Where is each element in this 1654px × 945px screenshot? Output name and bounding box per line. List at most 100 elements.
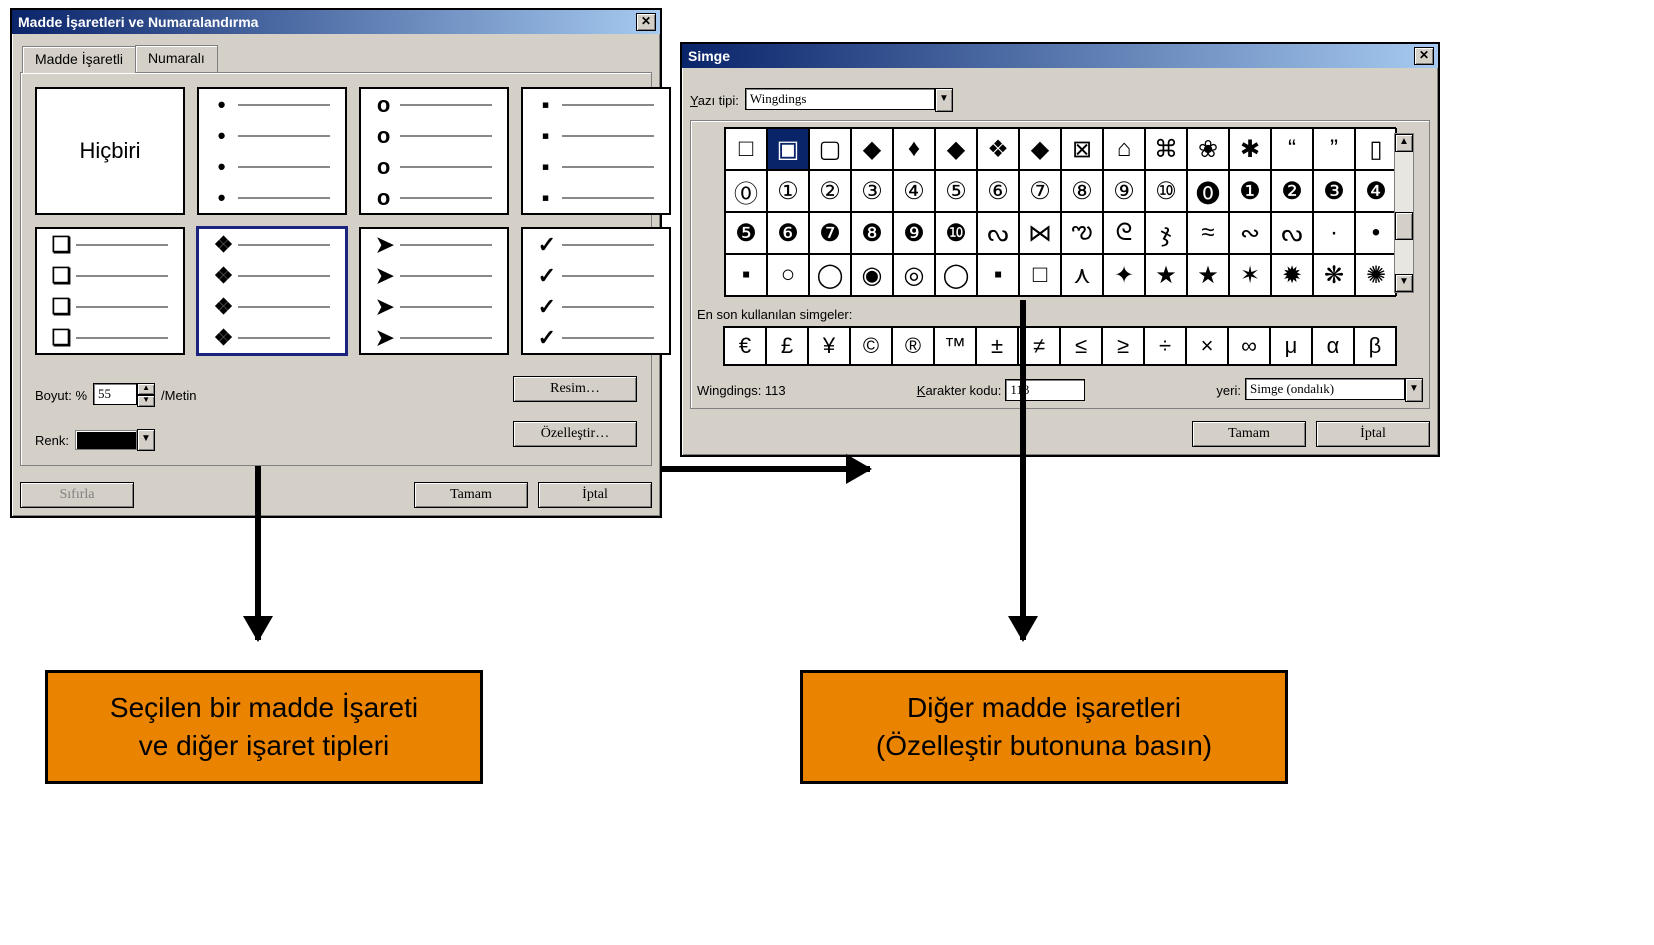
bullet-style-option[interactable]: ❏❏❏❏ [35,227,185,355]
ok-button[interactable]: Tamam [1192,421,1306,447]
symbol-cell[interactable]: ⋈ [1019,212,1061,254]
symbol-cell[interactable]: ⑤ [935,170,977,212]
font-select[interactable] [745,88,935,110]
symbol-cell[interactable]: ◆ [935,128,977,170]
symbol-cell[interactable]: ❷ [1271,170,1313,212]
tab-bulleted[interactable]: Madde İşaretli [22,46,136,73]
symbol-cell[interactable]: ⓪ [725,170,767,212]
scrollbar[interactable]: ▲ ▼ [1394,133,1414,293]
recent-symbol-cell[interactable]: α [1312,327,1354,365]
symbol-cell[interactable]: ◆ [1019,128,1061,170]
recent-symbol-cell[interactable]: © [850,327,892,365]
bullet-style-option[interactable]: ❖❖❖❖ [197,227,347,355]
cancel-button[interactable]: İptal [538,482,652,508]
customize-button[interactable]: Özelleştir… [513,421,637,447]
symbol-cell[interactable]: ⓿ [1187,170,1229,212]
symbol-cell[interactable]: ⑨ [1103,170,1145,212]
symbol-cell[interactable]: ◯ [809,254,851,296]
symbol-cell[interactable]: □ [1019,254,1061,296]
symbol-cell[interactable]: ఌ [1061,212,1103,254]
symbol-cell[interactable]: ❼ [809,212,851,254]
symbol-cell[interactable]: ❽ [851,212,893,254]
symbol-cell[interactable]: ① [767,170,809,212]
symbol-cell[interactable]: ❖ [977,128,1019,170]
symbol-cell[interactable]: ▢ [809,128,851,170]
symbol-cell[interactable]: ᘓ [1103,212,1145,254]
symbol-cell[interactable]: ᔓ [1271,212,1313,254]
symbol-cell[interactable]: ③ [851,170,893,212]
recent-symbol-cell[interactable]: ÷ [1144,327,1186,365]
symbol-cell[interactable]: ◉ [851,254,893,296]
bullet-style-option[interactable]: ▪▪▪▪ [521,87,671,215]
symbol-cell[interactable]: ◯ [935,254,977,296]
size-input[interactable] [93,383,137,405]
symbol-cell[interactable]: ❸ [1313,170,1355,212]
recent-symbol-cell[interactable]: £ [766,327,808,365]
cancel-button[interactable]: İptal [1316,421,1430,447]
symbol-cell[interactable]: ✹ [1271,254,1313,296]
symbol-cell[interactable]: ⌘ [1145,128,1187,170]
ok-button[interactable]: Tamam [414,482,528,508]
from-select[interactable] [1245,378,1405,400]
recent-symbol-cell[interactable]: ≥ [1102,327,1144,365]
symbol-cell[interactable]: ⋏ [1061,254,1103,296]
symbol-cell[interactable]: ❻ [767,212,809,254]
symbol-cell[interactable]: ★ [1187,254,1229,296]
symbol-cell[interactable]: ⊠ [1061,128,1103,170]
symbol-cell[interactable]: ჯ [1145,212,1187,254]
symbol-cell[interactable]: · [1313,212,1355,254]
bullet-style-option[interactable]: oooo [359,87,509,215]
symbol-cell[interactable]: “ [1271,128,1313,170]
symbol-cell[interactable]: ⑧ [1061,170,1103,212]
symbol-cell[interactable]: ✦ [1103,254,1145,296]
symbol-cell[interactable]: ★ [1145,254,1187,296]
symbol-cell[interactable]: ⑦ [1019,170,1061,212]
chevron-down-icon[interactable]: ▼ [1405,378,1423,402]
recent-symbol-cell[interactable]: μ [1270,327,1312,365]
color-picker[interactable]: ▼ [75,429,155,451]
spinner-up-icon[interactable]: ▲ [137,383,155,395]
symbol-cell[interactable]: ❹ [1355,170,1397,212]
symbol-cell[interactable]: ⑩ [1145,170,1187,212]
scroll-up-icon[interactable]: ▲ [1395,134,1413,152]
symbol-cell[interactable]: ≈ [1187,212,1229,254]
symbol-cell[interactable]: ② [809,170,851,212]
symbol-cell[interactable]: □ [725,128,767,170]
symbol-cell[interactable]: ⑥ [977,170,1019,212]
symbol-cell[interactable]: ❺ [725,212,767,254]
close-icon[interactable]: ✕ [636,13,656,31]
close-icon[interactable]: ✕ [1414,47,1434,65]
bullet-style-option[interactable]: Hiçbiri [35,87,185,215]
symbol-cell[interactable]: ④ [893,170,935,212]
bullet-style-option[interactable]: •••• [197,87,347,215]
spinner-down-icon[interactable]: ▼ [137,395,155,407]
symbol-cell[interactable]: ❾ [893,212,935,254]
symbol-cell[interactable]: ∾ [1229,212,1271,254]
picture-button[interactable]: Resim… [513,376,637,402]
symbol-cell[interactable]: ○ [767,254,809,296]
reset-button[interactable]: Sıfırla [20,482,134,508]
symbol-cell[interactable]: ✱ [1229,128,1271,170]
recent-symbol-cell[interactable]: ® [892,327,934,365]
recent-symbol-cell[interactable]: × [1186,327,1228,365]
symbol-cell[interactable]: ✶ [1229,254,1271,296]
bullet-style-option[interactable]: ➤➤➤➤ [359,227,509,355]
symbol-cell[interactable]: ♦ [893,128,935,170]
recent-symbol-cell[interactable]: € [724,327,766,365]
symbol-cell[interactable]: ◎ [893,254,935,296]
recent-symbol-cell[interactable]: ¥ [808,327,850,365]
scroll-down-icon[interactable]: ▼ [1395,274,1413,292]
symbol-cell[interactable]: ▣ [767,128,809,170]
recent-symbol-cell[interactable]: ™ [934,327,976,365]
recent-symbol-cell[interactable]: β [1354,327,1396,365]
symbol-cell[interactable]: ❀ [1187,128,1229,170]
scroll-thumb[interactable] [1395,212,1413,240]
recent-symbol-cell[interactable]: ≤ [1060,327,1102,365]
symbol-cell[interactable]: ▯ [1355,128,1397,170]
symbol-cell[interactable]: ▪ [725,254,767,296]
symbol-cell[interactable]: ◆ [851,128,893,170]
symbol-cell[interactable]: ” [1313,128,1355,170]
symbol-cell[interactable]: • [1355,212,1397,254]
size-spinner[interactable]: ▲ ▼ [93,383,155,407]
symbol-cell[interactable]: ❶ [1229,170,1271,212]
